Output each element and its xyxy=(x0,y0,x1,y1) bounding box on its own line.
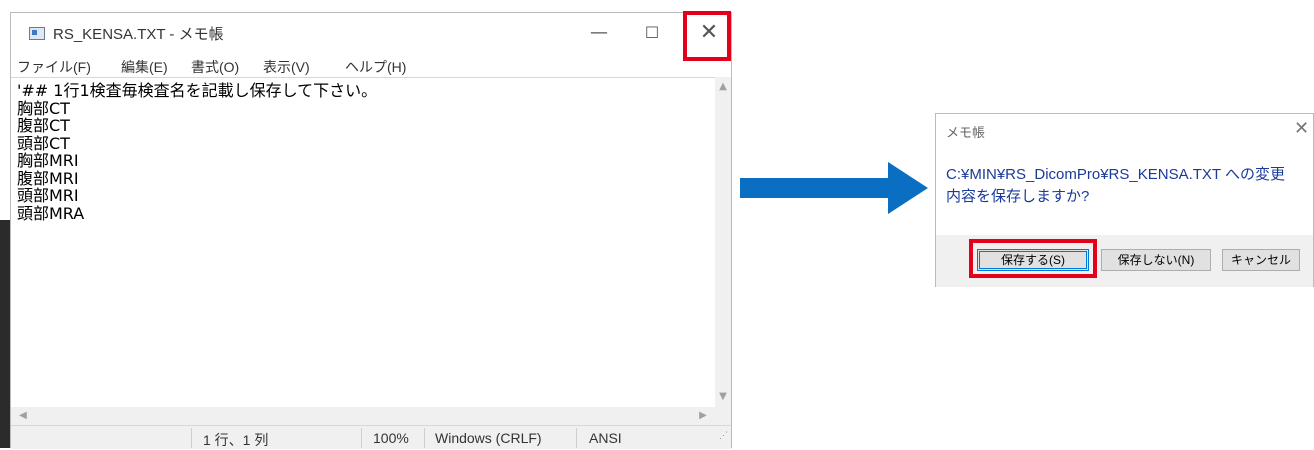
save-changes-dialog: メモ帳 ✕ C:¥MIN¥RS_DicomPro¥RS_KENSA.TXT への… xyxy=(935,113,1314,287)
scroll-right-icon[interactable]: ▶ xyxy=(695,407,711,425)
text-line: '## 1行1検査毎検査名を記載し保存して下さい。 xyxy=(17,81,378,100)
status-divider xyxy=(424,428,425,448)
minimize-button[interactable]: — xyxy=(577,13,621,53)
dialog-message-line1: C:¥MIN¥RS_DicomPro¥RS_KENSA.TXT への変更 xyxy=(946,166,1285,183)
status-zoom: 100% xyxy=(373,430,409,446)
scroll-left-icon[interactable]: ◀ xyxy=(15,407,31,425)
window-title: RS_KENSA.TXT - メモ帳 xyxy=(53,26,224,43)
menu-bar: ファイル(F) 編集(E) 書式(O) 表示(V) ヘルプ(H) xyxy=(11,55,731,77)
status-divider xyxy=(191,428,192,448)
scroll-down-icon[interactable]: ▼ xyxy=(715,389,731,405)
close-button-highlight xyxy=(683,11,731,61)
menu-edit[interactable]: 編集(E) xyxy=(121,57,168,77)
notepad-app-icon xyxy=(29,27,45,40)
right-arrow-icon xyxy=(740,162,928,214)
title-bar: RS_KENSA.TXT - メモ帳 — ☐ ✕ xyxy=(11,11,731,61)
scroll-up-icon[interactable]: ▲ xyxy=(715,79,731,95)
dialog-close-icon[interactable]: ✕ xyxy=(1294,118,1309,139)
text-line: 胸部CT xyxy=(17,98,70,118)
status-bar: 1 行、1 列 100% Windows (CRLF) ANSI ⋰ xyxy=(11,425,731,449)
text-editor-area[interactable]: '## 1行1検査毎検査名を記載し保存して下さい。 胸部CT 腹部CT 頭部CT… xyxy=(11,77,715,407)
horizontal-scrollbar[interactable]: ◀ ▶ xyxy=(11,407,715,425)
status-divider xyxy=(576,428,577,448)
dialog-message-line2: 内容を保存しますか? xyxy=(946,188,1090,205)
dialog-button-bar: 保存する(S) 保存しない(N) キャンセル xyxy=(936,235,1313,287)
menu-view[interactable]: 表示(V) xyxy=(263,57,310,77)
resize-grip-icon[interactable]: ⋰ xyxy=(719,430,728,446)
save-button-highlight xyxy=(969,239,1097,278)
cancel-button[interactable]: キャンセル xyxy=(1222,249,1300,271)
text-line: 頭部MRI xyxy=(17,186,79,205)
notepad-window: RS_KENSA.TXT - メモ帳 — ☐ ✕ ファイル(F) 編集(E) 書… xyxy=(10,11,732,449)
status-position: 1 行、1 列 xyxy=(203,432,269,448)
maximize-button[interactable]: ☐ xyxy=(630,13,674,53)
text-line: 腹部MRI xyxy=(17,168,79,188)
status-divider xyxy=(361,428,362,448)
status-line-ending: Windows (CRLF) xyxy=(435,430,542,446)
editor-text: '## 1行1検査毎検査名を記載し保存して下さい。 胸部CT 腹部CT 頭部CT… xyxy=(17,82,377,222)
menu-help[interactable]: ヘルプ(H) xyxy=(345,57,406,77)
status-encoding: ANSI xyxy=(589,430,622,446)
menu-format[interactable]: 書式(O) xyxy=(191,57,239,77)
menu-file[interactable]: ファイル(F) xyxy=(17,57,91,77)
vertical-scrollbar[interactable]: ▲ ▼ xyxy=(715,77,731,407)
text-line: 頭部CT xyxy=(17,133,70,153)
text-line: 腹部CT xyxy=(17,116,70,135)
text-line: 胸部MRI xyxy=(17,151,79,170)
scrollbar-corner xyxy=(715,407,731,425)
dialog-title: メモ帳 xyxy=(946,125,986,140)
dont-save-button[interactable]: 保存しない(N) xyxy=(1101,249,1211,271)
text-line: 頭部MRA xyxy=(17,203,85,223)
dialog-message: C:¥MIN¥RS_DicomPro¥RS_KENSA.TXT への変更 内容を… xyxy=(946,164,1285,208)
